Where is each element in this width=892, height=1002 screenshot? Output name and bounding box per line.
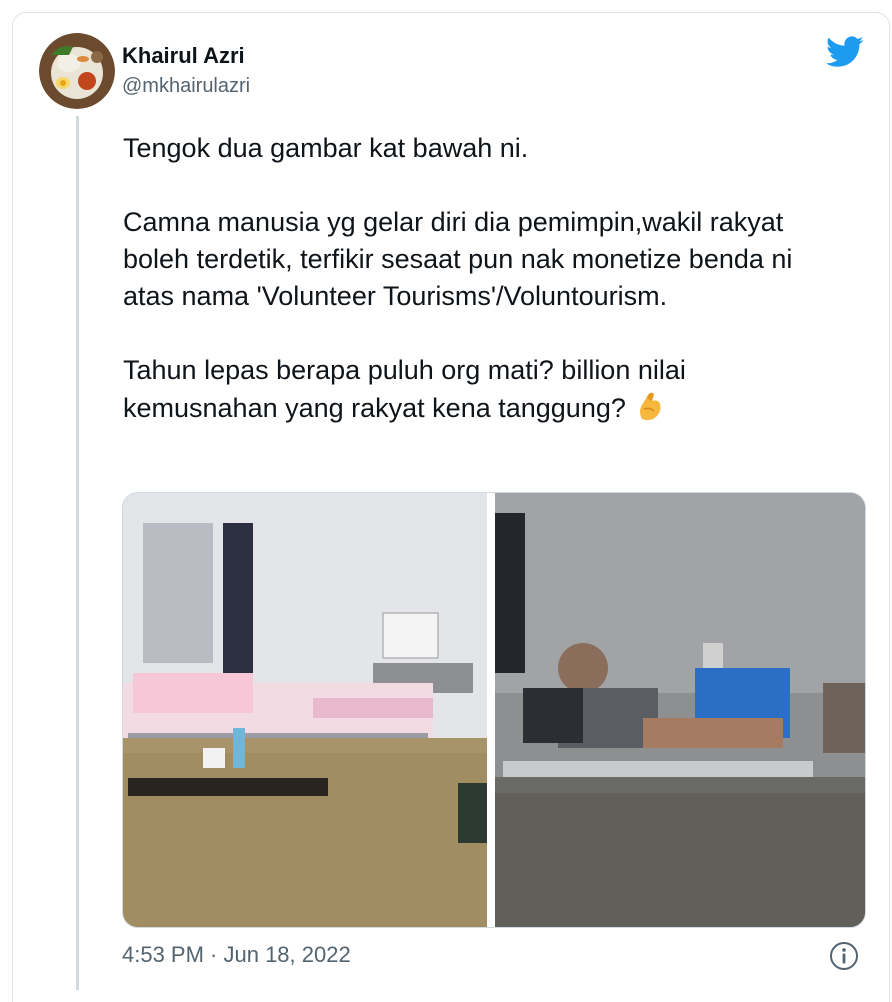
tweet-timestamp[interactable]: 4:53 PM · Jun 18, 2022: [122, 942, 351, 968]
photo-elderly-man-on-bed-in-flood-water-icon[interactable]: [495, 493, 865, 927]
pinched-fingers-emoji-icon: [632, 389, 666, 433]
info-icon[interactable]: [829, 941, 859, 971]
thread-line: [76, 116, 79, 990]
twitter-bird-icon[interactable]: [826, 36, 864, 68]
photo-flooded-room-with-hospital-bed-icon[interactable]: [123, 493, 487, 927]
author-avatar[interactable]: [39, 33, 115, 109]
tweet-text: Tengok dua gambar kat bawah ni. Camna ma…: [123, 130, 823, 433]
tweet-paragraph-3: Tahun lepas berapa puluh org mati? billi…: [123, 352, 823, 433]
tweet-media[interactable]: [122, 492, 866, 928]
tweet-paragraph-1: Tengok dua gambar kat bawah ni.: [123, 133, 529, 163]
author-name[interactable]: Khairul Azri: [122, 43, 245, 69]
tweet-paragraph-3-text: Tahun lepas berapa puluh org mati? billi…: [123, 355, 686, 423]
tweet-paragraph-2: Camna manusia yg gelar diri dia pemimpin…: [123, 207, 793, 311]
author-handle[interactable]: @mkhairulazri: [122, 75, 250, 98]
